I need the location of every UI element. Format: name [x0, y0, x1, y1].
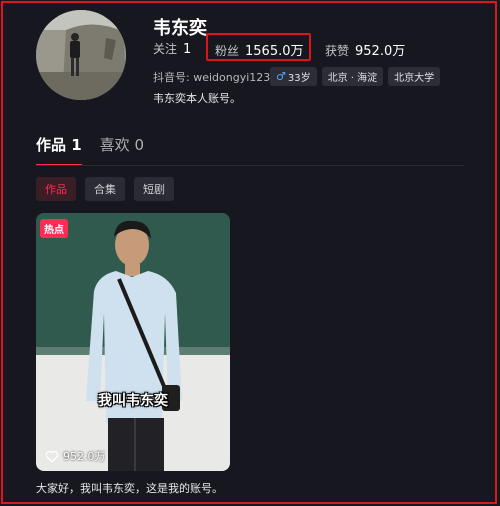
account-label: 抖音号: [153, 71, 194, 84]
tab-works[interactable]: 作品 1 [36, 134, 82, 166]
video-card[interactable]: 热点 我叫韦东奕 952.0万 [36, 213, 230, 471]
following-label: 关注 [153, 42, 178, 56]
video-overlay-text: 我叫韦东奕 [98, 393, 168, 409]
fans-highlight-box [206, 33, 311, 61]
video-likes: 952.0万 [45, 448, 106, 464]
tab-likes[interactable]: 喜欢 0 [100, 134, 144, 166]
tabs-divider [36, 165, 464, 166]
video-thumbnail [36, 213, 230, 471]
following-stat[interactable]: 关注 1 [153, 40, 191, 57]
account-id-line: 抖音号: weidongyi123 [153, 69, 270, 85]
subtab-works[interactable]: 作品 [36, 177, 76, 201]
profile-tags: ♂ 33岁 北京 · 海淀 北京大学 [270, 67, 441, 86]
sub-tabs: 作品 合集 短剧 [36, 177, 174, 201]
likes-label: 获赞 [325, 44, 350, 58]
likes-stat[interactable]: 获赞 952.0万 [325, 40, 405, 59]
video-caption: 大家好，我叫韦东奕，这是我的账号。 [36, 482, 223, 495]
age-tag: ♂ 33岁 [270, 67, 317, 86]
avatar-photo [36, 10, 126, 100]
age-tag-label: 33岁 [287, 73, 311, 84]
content-tabs: 作品 1 喜欢 0 [36, 134, 144, 166]
location-tag: 北京 · 海淀 [321, 67, 384, 86]
subtab-short-dramas[interactable]: 短剧 [134, 177, 174, 201]
profile-bio: 韦东奕本人账号。 [153, 92, 241, 105]
account-id: weidongyi123 [193, 71, 271, 84]
likes-count: 952.0万 [355, 44, 406, 59]
video-likes-count: 952.0万 [63, 450, 106, 463]
heart-icon [45, 450, 59, 462]
subtab-collections[interactable]: 合集 [85, 177, 125, 201]
profile-nickname: 韦东奕 [153, 18, 207, 39]
male-icon: ♂ [276, 70, 286, 83]
avatar[interactable] [36, 10, 126, 100]
following-count: 1 [183, 42, 192, 57]
school-tag: 北京大学 [388, 67, 441, 86]
hot-badge: 热点 [40, 219, 68, 238]
